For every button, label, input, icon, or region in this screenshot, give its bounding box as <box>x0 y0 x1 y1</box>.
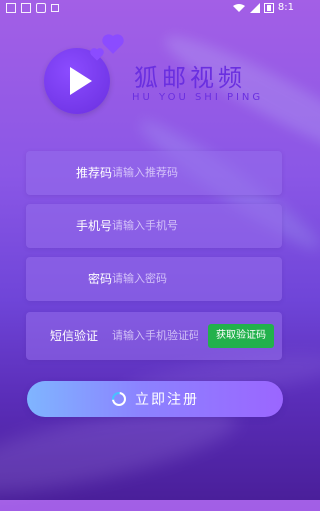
sms-verify-row: 短信验证 获取验证码 <box>26 312 282 360</box>
phone-input[interactable] <box>112 204 272 248</box>
password-row: 密码 <box>26 257 282 301</box>
referral-code-input[interactable] <box>112 151 272 195</box>
app-subtitle: HU YOU SHI PING <box>132 92 264 103</box>
sms-verify-label: 短信验证 <box>49 329 98 343</box>
battery-icon <box>263 2 274 13</box>
register-button[interactable]: 立即注册 <box>27 381 283 417</box>
app-logo <box>44 48 110 114</box>
status-bar: 8:1 <box>0 0 300 18</box>
loading-arc-icon <box>112 392 126 406</box>
get-code-button[interactable]: 获取验证码 <box>208 324 274 348</box>
lock-icon <box>36 3 46 13</box>
phone-label: 手机号 <box>75 219 112 233</box>
register-label: 立即注册 <box>135 392 199 408</box>
status-time: 8:1 <box>277 2 294 13</box>
referral-code-row: 推荐码 <box>26 151 282 195</box>
password-input[interactable] <box>112 257 272 301</box>
signal-icon <box>51 4 59 12</box>
signal-icon <box>249 2 260 13</box>
sms-code-input[interactable] <box>112 312 198 360</box>
heart-icon <box>104 36 122 54</box>
referral-code-label: 推荐码 <box>75 166 112 180</box>
app-title: 狐邮视频 <box>134 64 246 92</box>
bag-icon <box>21 3 31 13</box>
play-icon <box>70 67 92 95</box>
phone-row: 手机号 <box>26 204 282 248</box>
password-label: 密码 <box>87 272 112 286</box>
notification-icon <box>6 3 16 13</box>
status-right: 8:1 <box>232 2 294 13</box>
wifi-icon <box>232 3 245 12</box>
